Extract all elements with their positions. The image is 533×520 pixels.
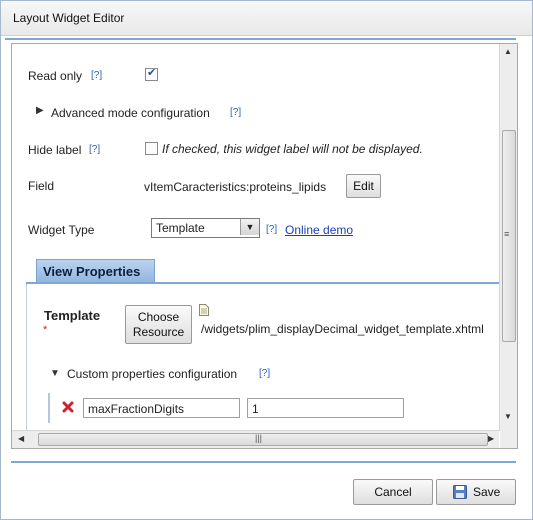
property-value-input[interactable]: 1 — [247, 398, 404, 418]
advanced-mode-help-link[interactable]: [?] — [230, 107, 241, 118]
save-label: Save — [473, 485, 501, 499]
delete-icon[interactable] — [62, 401, 74, 413]
required-marker: * — [43, 324, 48, 336]
field-edit-button[interactable]: Edit — [346, 174, 381, 198]
scroll-right-arrow-icon[interactable]: ▶ — [488, 434, 494, 443]
vertical-scroll-thumb[interactable]: ≡ — [502, 130, 516, 342]
layout-widget-editor-dialog: Layout Widget Editor Read only [?] ✔ ▶ A… — [0, 0, 533, 520]
scroll-corner — [500, 431, 517, 448]
template-label: Template — [44, 308, 101, 323]
custom-properties-help-link[interactable]: [?] — [259, 368, 270, 379]
widget-type-select[interactable]: Template ▼ — [151, 218, 260, 238]
footer-divider — [11, 461, 516, 463]
property-name-input[interactable]: maxFractionDigits — [83, 398, 240, 418]
online-demo-link[interactable]: Online demo — [285, 223, 353, 237]
dialog-title: Layout Widget Editor — [13, 11, 125, 25]
choose-resource-line1: Choose — [137, 310, 180, 324]
read-only-help-link[interactable]: [?] — [91, 70, 102, 81]
template-path: /widgets/plim_displayDecimal_widget_temp… — [201, 322, 484, 336]
form-content: Read only [?] ✔ ▶ Advanced mode configur… — [12, 44, 499, 431]
widget-type-help-link[interactable]: [?] — [266, 224, 277, 235]
tab-view-properties-label: View Properties — [43, 264, 141, 279]
scroll-up-arrow-icon[interactable]: ▲ — [504, 47, 512, 56]
expand-triangle-icon[interactable]: ▶ — [36, 105, 44, 116]
grip-icon: ||| — [255, 433, 263, 443]
dialog-titlebar[interactable]: Layout Widget Editor — [1, 1, 532, 36]
field-value: vItemCaracteristics:proteins_lipids — [144, 180, 327, 194]
read-only-label: Read only — [28, 69, 83, 83]
cancel-button[interactable]: Cancel — [353, 479, 433, 505]
dropdown-arrow-icon[interactable]: ▼ — [240, 219, 259, 235]
scroll-left-arrow-icon[interactable]: ◀ — [18, 434, 24, 443]
property-row-marker — [48, 393, 50, 423]
save-disk-icon — [453, 485, 467, 499]
horizontal-scrollbar[interactable]: ◀ ||| ▶ — [12, 430, 499, 448]
read-only-checkbox[interactable]: ✔ — [145, 67, 158, 81]
widget-type-selected-value: Template — [156, 221, 205, 235]
custom-properties-label[interactable]: Custom properties configuration — [67, 367, 237, 381]
hide-label-help-link[interactable]: [?] — [89, 144, 100, 155]
vertical-scrollbar[interactable]: ▲ ≡ ▼ — [499, 44, 517, 431]
form-scroll-area[interactable]: Read only [?] ✔ ▶ Advanced mode configur… — [11, 43, 518, 449]
hide-label-label: Hide label — [28, 143, 82, 157]
widget-type-label: Widget Type — [28, 223, 95, 237]
collapse-triangle-icon[interactable]: ▼ — [50, 368, 60, 379]
hide-label-note: If checked, this widget label will not b… — [162, 142, 423, 156]
horizontal-scroll-thumb[interactable]: ||| — [38, 433, 488, 446]
tab-view-properties[interactable]: View Properties — [36, 259, 155, 284]
view-properties-panel: Template * Choose Resource /widgets/plim… — [26, 284, 499, 431]
grip-icon: ≡ — [504, 229, 510, 239]
checkmark-icon: ✔ — [147, 67, 157, 79]
field-label: Field — [28, 179, 55, 193]
title-divider — [5, 38, 516, 40]
save-button[interactable]: Save — [436, 479, 516, 505]
advanced-mode-label[interactable]: Advanced mode configuration — [51, 106, 210, 120]
document-icon — [199, 304, 209, 316]
choose-resource-line2: Resource — [132, 325, 185, 339]
hide-label-checkbox[interactable] — [145, 142, 158, 155]
choose-resource-button[interactable]: Choose Resource — [125, 305, 192, 344]
scroll-down-arrow-icon[interactable]: ▼ — [504, 412, 512, 421]
